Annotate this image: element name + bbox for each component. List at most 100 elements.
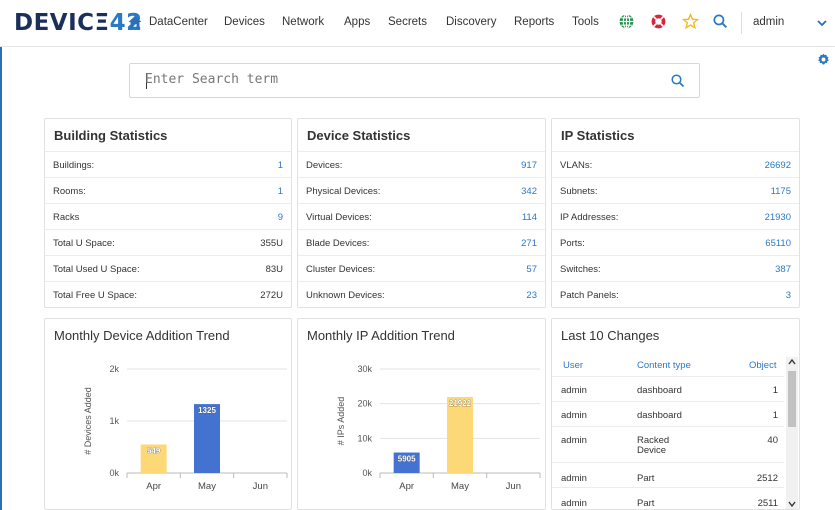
table-row[interactable]: admin Part 2512 [552,462,784,487]
stat-link[interactable]: 917 [521,160,537,171]
x-tick-label: Apr [399,481,414,492]
nav-network[interactable]: Network [282,16,324,28]
x-tick-label: Jun [506,481,521,492]
column-header-user[interactable]: User [563,360,583,371]
panel-title: Device Statistics [307,128,411,143]
stat-link[interactable]: 1 [278,160,283,171]
home-icon[interactable] [127,14,143,30]
data-label: 549 [147,446,161,455]
panel-title: Monthly IP Addition Trend [307,328,455,343]
nav-discovery[interactable]: Discovery [446,16,496,28]
stat-link[interactable]: 23 [526,290,537,301]
y-tick-label: 2k [109,364,119,374]
star-icon[interactable] [682,13,699,30]
device-statistics-panel: Device Statistics Devices: 917 Physical D… [297,118,546,308]
stat-row-rooms: Rooms: 1 [45,177,291,203]
top-nav-bar: DEVICΞ42 DataCenter Devices Network Apps… [0,0,835,47]
y-tick-label: 10k [357,433,372,443]
nav-apps[interactable]: Apps [344,16,370,28]
stat-link[interactable]: 65110 [765,238,791,249]
stat-row-used-u: Total Used U Space: 83U [45,255,291,281]
device-trend-y-axis-label: # Devices Added [83,387,93,455]
table-row[interactable]: admin dashboard 1 [552,376,784,401]
search-box[interactable] [129,63,700,98]
stat-link[interactable]: 57 [526,264,537,275]
stat-row-buildings: Buildings: 1 [45,151,291,177]
building-statistics-panel: Building Statistics Buildings: 1 Rooms: 1 … [44,118,292,308]
stat-row-blade: Blade Devices: 271 [298,229,545,255]
stat-link[interactable]: 21930 [765,212,791,223]
chevron-down-icon[interactable] [816,17,828,29]
stat-row-ports: Ports: 65110 [552,229,799,255]
stat-value: 272U [260,290,283,301]
data-label: 5905 [398,455,416,464]
scroll-up-arrow-icon[interactable] [788,358,796,366]
stat-link[interactable]: 9 [278,212,283,223]
panel-title: Last 10 Changes [561,328,660,343]
stat-row-switches: Switches: 387 [552,255,799,281]
stat-link[interactable]: 114 [522,212,537,223]
panel-title: Monthly Device Addition Trend [54,328,230,343]
left-frame-border [0,47,2,510]
y-tick-label: 0k [109,468,119,478]
gear-icon[interactable] [817,53,830,66]
stat-link[interactable]: 271 [521,238,537,249]
stat-link[interactable]: 1 [278,186,283,197]
table-row[interactable]: admin Racked Device 40 [552,426,784,462]
stat-row-ip-addresses: IP Addresses: 21930 [552,203,799,229]
stat-link[interactable]: 26692 [765,160,791,171]
search-icon[interactable] [712,13,729,30]
last-changes-panel: Last 10 Changes User Content type Object… [551,318,800,510]
nav-secrets[interactable]: Secrets [388,16,427,28]
scroll-down-arrow-icon[interactable] [788,500,796,508]
nav-tools[interactable]: Tools [572,16,599,28]
column-header-object[interactable]: Object [749,360,776,371]
y-tick-label: 1k [109,416,119,426]
y-tick-label: 30k [357,364,372,374]
stat-link[interactable]: 387 [775,264,791,275]
table-row[interactable]: admin dashboard 1 [552,401,784,426]
stat-row-devices: Devices: 917 [298,151,545,177]
table-row[interactable]: admin Part 2511 [552,487,784,509]
nav-reports[interactable]: Reports [514,16,554,28]
x-tick-label: Jun [253,481,268,492]
globe-icon[interactable] [618,13,635,30]
stat-link[interactable]: 342 [521,186,537,197]
x-tick-label: May [451,481,469,492]
stat-value: 355U [260,238,283,249]
panel-title: Building Statistics [54,128,168,143]
scrollbar-thumb[interactable] [788,371,796,427]
stat-row-subnets: Subnets: 1175 [552,177,799,203]
panel-title: IP Statistics [561,128,635,143]
nav-datacenter[interactable]: DataCenter [149,16,208,28]
stat-row-free-u: Total Free U Space: 272U [45,281,291,307]
nav-devices[interactable]: Devices [224,16,265,28]
stat-row-vlans: VLANs: 26692 [552,151,799,177]
ip-statistics-panel: IP Statistics VLANs: 26692 Subnets: 1175 I… [551,118,800,308]
search-submit-icon[interactable] [670,73,686,89]
stat-row-patch-panels: Patch Panels: 3 [552,281,799,307]
device42-logo[interactable]: DEVICΞ42 [14,10,143,36]
stat-row-unknown: Unknown Devices: 23 [298,281,545,307]
stat-row-physical: Physical Devices: 342 [298,177,545,203]
stat-row-total-u: Total U Space: 355U [45,229,291,255]
x-tick-label: May [198,481,216,492]
help-lifebuoy-icon[interactable] [650,13,667,30]
data-label: 1325 [198,406,216,415]
search-input[interactable] [145,72,655,87]
nav-divider [741,12,742,34]
data-label: 21922 [449,399,472,408]
stat-row-virtual: Virtual Devices: 114 [298,203,545,229]
stat-link[interactable]: 1175 [771,186,791,197]
column-header-content-type[interactable]: Content type [637,360,691,371]
device-trend-chart: 0k 1k 2k # Devices Added Apr 549 May 1325 Jun [83,364,288,492]
ip-trend-panel: Monthly IP Addition Trend 0k 10k 20k 30k # I… [297,318,546,510]
stat-link[interactable]: 3 [786,290,791,301]
user-menu[interactable]: admin [753,16,784,28]
ip-trend-chart: 0k 10k 20k 30k # IPs Added Apr 5905 May 21922 Jun [336,364,541,492]
device-trend-panel: Monthly Device Addition Trend 0k 1k 2k # De… [44,318,292,510]
y-tick-label: 0k [362,468,372,478]
bar-may [447,397,473,473]
y-tick-label: 20k [357,399,372,409]
stat-row-racks: Racks 9 [45,203,291,229]
